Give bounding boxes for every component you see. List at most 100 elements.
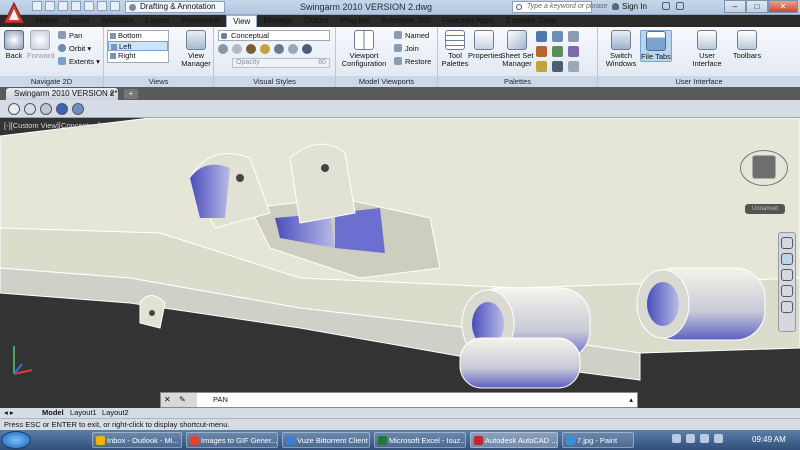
model-viewport[interactable]: [-][Custom View][Conceptual] – □ × [0,118,800,408]
tab-home[interactable]: Home [30,15,63,27]
start-button[interactable] [1,431,31,449]
tab-plugins[interactable]: Plug-ins [334,15,375,27]
extents-button[interactable]: Extents ▾ [58,57,100,67]
quickcalc-icon[interactable] [568,61,579,72]
orbit-nav-icon[interactable] [781,285,793,297]
viewport-maximize-button[interactable]: □ [772,121,777,130]
properties-button[interactable]: Properties [468,30,502,60]
file-tabs-button[interactable]: File Tabs [640,30,672,62]
view-manager-button[interactable]: View Manager [180,30,212,68]
tab-view[interactable]: View [226,15,258,27]
layout-nav-icon[interactable]: ◂ ▸ [4,408,14,418]
shadow-icon[interactable] [274,44,284,54]
opacity-slider[interactable]: Opacity 60 [232,58,330,68]
viewcube[interactable] [752,155,776,179]
sheet-icon[interactable] [536,61,547,72]
save-icon[interactable] [58,1,68,11]
tab-manage[interactable]: Manage [257,15,298,27]
command-line-icon[interactable] [568,46,579,57]
tab-autodesk-360[interactable]: Autodesk 360 [375,15,436,27]
material-icon[interactable] [246,44,256,54]
forward-button[interactable]: Forward [27,30,55,60]
viewport-close-button[interactable]: × [783,121,788,130]
file-tab-active[interactable]: Swingarm 2010 VERSION 2* × [6,88,118,100]
dbconnect-icon[interactable] [552,46,563,57]
help-icon[interactable] [676,2,684,10]
command-close-button[interactable]: ✕ [164,395,171,404]
face-icon[interactable] [232,44,242,54]
showmotion-icon[interactable] [781,301,793,313]
viewport-label[interactable]: [-][Custom View][Conceptual] [4,121,101,130]
undo-icon[interactable] [97,1,107,11]
named-viewports-button[interactable]: Named [394,31,429,41]
command-history-chevron-icon[interactable]: ▴ [629,393,633,407]
back-button[interactable]: Back [3,30,25,60]
workspace-dropdown[interactable]: Drafting & Annotation [125,1,225,13]
tab-layout2[interactable]: Layout2 [102,408,129,418]
plot-icon[interactable] [84,1,94,11]
close-button[interactable]: ✕ [768,0,798,13]
taskbar-item-paint[interactable]: 7.jpg - Paint [562,432,634,448]
design-center-icon[interactable] [536,31,547,42]
steering-wheel-icon[interactable] [781,237,793,249]
taskbar-item-gif[interactable]: Images to GIF Gener... [186,432,278,448]
command-line[interactable]: ✕ ✎ PAN ▴ [160,392,638,408]
new-tab-button[interactable]: + [124,89,138,99]
taskbar-item-outlook[interactable]: Inbox - Outlook - Mi... [92,432,182,448]
tab-annotate[interactable]: Annotate [95,15,139,27]
tab-featured-apps[interactable]: Featured Apps [436,15,500,27]
flag-icon[interactable] [714,434,723,443]
viewport-minimize-button[interactable]: – [762,121,766,130]
application-menu-icon[interactable] [2,1,26,25]
background-icon[interactable] [288,44,298,54]
taskbar-item-excel[interactable]: Microsoft Excel - Isuz... [374,432,466,448]
tab-output[interactable]: Output [298,15,334,27]
open-icon[interactable] [45,1,55,11]
views-item-right[interactable]: Right [108,51,168,61]
switch-windows-button[interactable]: Switch Windows [604,30,638,68]
viewport-configuration-button[interactable]: Viewport Configuration [340,30,388,68]
sphere-icon[interactable] [302,44,312,54]
pan-hand-icon[interactable] [781,253,793,265]
zoom-icon[interactable] [781,269,793,281]
markup-icon[interactable] [552,31,563,42]
toolbars-button[interactable]: Toolbars [730,30,764,60]
realistic-icon[interactable] [56,103,68,115]
visual-style-dropdown[interactable]: Conceptual [218,30,330,41]
edge-icon[interactable] [218,44,228,54]
tray-arrow-icon[interactable] [672,434,681,443]
restore-viewports-button[interactable]: Restore [394,57,431,67]
tab-express-tools[interactable]: Express Tools [500,15,562,27]
minimize-button[interactable]: – [724,0,746,13]
sheet-set-manager-button[interactable]: Sheet Set Manager [500,30,534,68]
external-refs-icon[interactable] [536,46,547,57]
maximize-button[interactable]: □ [746,0,768,13]
save-as-icon[interactable] [71,1,81,11]
taskbar-item-autocad[interactable]: Autodesk AutoCAD ... [470,432,558,448]
layers-icon[interactable] [552,61,563,72]
exchange-icon[interactable] [662,2,670,10]
wcs-menu[interactable]: Unnamed [745,204,785,214]
taskbar-item-vuze[interactable]: Vuze Bittorrent Client [282,432,370,448]
clock[interactable]: 09:49 AM [752,432,786,448]
views-item-left[interactable]: Left [108,41,168,51]
file-tab-close-icon[interactable]: × [109,88,114,99]
redo-icon[interactable] [110,1,120,11]
hidden-icon[interactable] [40,103,52,115]
conceptual-icon[interactable] [72,103,84,115]
search-input[interactable]: Type a keyword or phrase [512,1,607,13]
tab-layout1[interactable]: Layout1 [70,408,97,418]
volume-icon[interactable] [700,434,709,443]
command-customize-icon[interactable]: ✎ [179,395,186,404]
wireframe-icon[interactable] [24,103,36,115]
light-icon[interactable] [260,44,270,54]
views-item-bottom[interactable]: Bottom [108,31,168,41]
orbit-button[interactable]: Orbit ▾ [58,44,91,54]
tab-layout[interactable]: Layout [139,15,175,27]
signin-button[interactable]: Sign In [612,2,647,11]
join-viewports-button[interactable]: Join [394,44,419,54]
2d-wireframe-icon[interactable] [8,103,20,115]
new-icon[interactable] [32,1,42,11]
user-interface-button[interactable]: User Interface [690,30,724,68]
tab-insert[interactable]: Insert [63,15,95,27]
